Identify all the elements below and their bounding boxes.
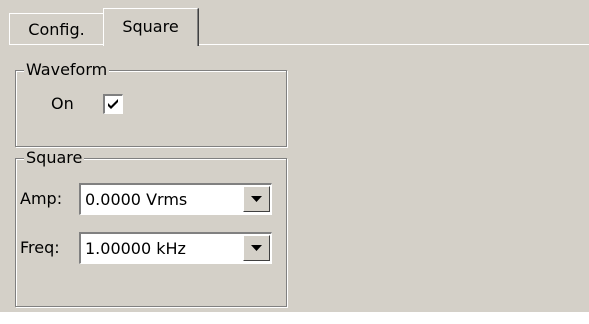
amp-value: 0.0000 Vrms [85,190,188,209]
square-group-title: Square [24,148,85,168]
freq-dropdown-button[interactable] [243,235,270,261]
on-label: On [51,94,74,113]
tab-config-label: Config. [28,20,85,39]
panel-window: Config. Square Waveform On Square Amp: 0… [0,0,589,312]
tab-square[interactable]: Square [103,8,199,46]
waveform-on-checkbox[interactable] [103,94,123,114]
tab-divider [198,44,589,45]
chevron-down-icon [251,196,262,202]
checkmark-icon [108,99,118,109]
amp-label: Amp: [20,189,63,208]
tab-square-label: Square [122,17,179,36]
freq-combobox[interactable]: 1.00000 kHz [79,232,272,264]
tab-config[interactable]: Config. [9,13,103,45]
waveform-group-title: Waveform [24,60,110,80]
freq-label: Freq: [20,238,60,257]
chevron-down-icon [251,245,262,251]
amp-combobox[interactable]: 0.0000 Vrms [79,183,272,215]
tab-strip: Config. Square [0,0,589,46]
amp-dropdown-button[interactable] [243,186,270,212]
freq-value: 1.00000 kHz [85,239,186,258]
